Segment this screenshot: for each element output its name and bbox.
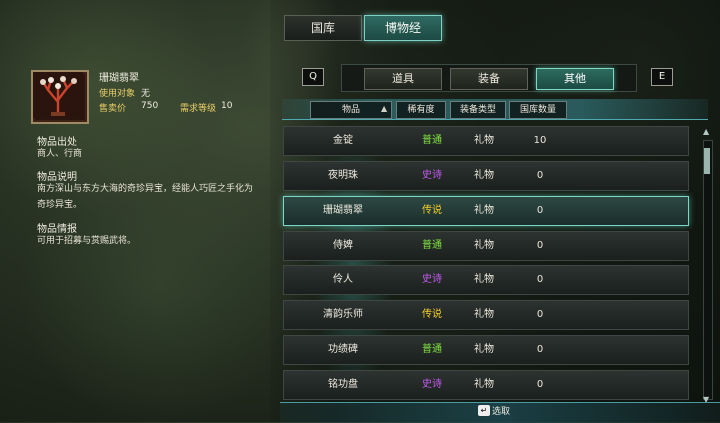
table-row[interactable]: 伶人 史诗 礼物 0: [283, 265, 689, 295]
table-row[interactable]: 铭功盘 史诗 礼物 0: [283, 370, 689, 400]
item-name-cell: 伶人: [333, 274, 353, 285]
count-cell: 0: [536, 309, 544, 320]
scroll-up-icon[interactable]: ▲: [703, 127, 709, 136]
category-bar: 道具 装备 其他: [341, 64, 637, 92]
target-value: 无: [141, 89, 151, 99]
prev-category-button[interactable]: Q: [302, 68, 324, 86]
item-name-cell: 金锭: [333, 135, 353, 146]
header-name[interactable]: 物品: [310, 101, 392, 119]
price-label: 售卖价: [99, 104, 127, 114]
category-other[interactable]: 其他: [536, 68, 614, 90]
count-cell: 10: [533, 135, 547, 146]
tab-encyclopedia[interactable]: 博物经: [364, 15, 442, 41]
category-items[interactable]: 道具: [364, 68, 442, 90]
top-tab-bar: 国库 博物经: [284, 15, 442, 41]
coral-icon: [33, 72, 83, 118]
scrollbar[interactable]: [703, 140, 713, 400]
item-name: 珊瑚翡翠: [99, 73, 139, 84]
price-value: 750: [141, 101, 159, 111]
header-rarity[interactable]: 稀有度: [396, 101, 446, 119]
table-row[interactable]: 功绩碑 普通 礼物 0: [283, 335, 689, 365]
count-cell: 0: [536, 379, 544, 390]
count-cell: 0: [536, 274, 544, 285]
item-name-cell: 珊瑚翡翠: [323, 205, 363, 216]
item-name-cell: 清韵乐师: [323, 309, 363, 320]
table-row[interactable]: 清韵乐师 传说 礼物 0: [283, 300, 689, 330]
level-value: 10: [221, 101, 233, 111]
table-row[interactable]: 侍婢 普通 礼物 0: [283, 231, 689, 261]
select-action[interactable]: 选取: [492, 404, 510, 417]
header-type[interactable]: 装备类型: [450, 101, 506, 119]
count-cell: 0: [536, 344, 544, 355]
category-equipment[interactable]: 装备: [450, 68, 528, 90]
scrollbar-thumb[interactable]: [704, 148, 710, 174]
item-name-cell: 夜明珠: [328, 170, 358, 181]
tab-treasury[interactable]: 国库: [284, 15, 362, 41]
header-count[interactable]: 国库数量: [509, 101, 567, 119]
table-row[interactable]: 珊瑚翡翠 传说 礼物 0: [283, 196, 689, 226]
count-cell: 0: [536, 240, 544, 251]
table-row[interactable]: 金锭 普通 礼物 10: [283, 126, 689, 156]
count-cell: 0: [536, 170, 544, 181]
description-text: 南方深山与东方大海的奇珍异宝，经能人巧匠之手化为奇珍异宝。: [37, 184, 254, 210]
sort-asc-icon: ▲: [381, 104, 388, 113]
item-name-cell: 侍婢: [333, 240, 353, 251]
item-name-cell: 铭功盘: [328, 379, 358, 390]
target-label: 使用对象: [99, 89, 136, 99]
table-row[interactable]: 夜明珠 史诗 礼物 0: [283, 161, 689, 191]
source-text: 商人、行商: [37, 149, 83, 159]
level-label: 需求等级: [180, 104, 217, 114]
count-cell: 0: [536, 205, 544, 216]
info-text: 可用于招募与赏赐武将。: [37, 236, 137, 246]
item-name-cell: 功绩碑: [328, 344, 358, 355]
item-thumbnail: [31, 70, 89, 124]
next-category-button[interactable]: E: [651, 68, 673, 86]
enter-key-icon: ↵: [478, 405, 490, 416]
